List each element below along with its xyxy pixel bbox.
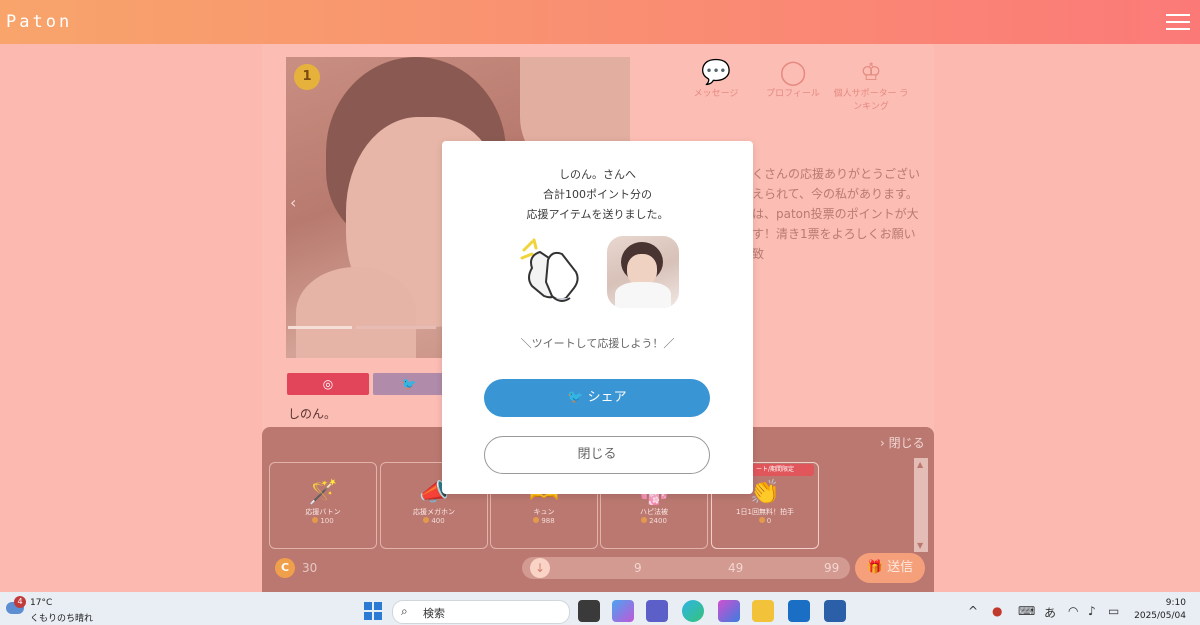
notification-badge: 4 [14, 596, 26, 608]
profile-label: プロフィール [766, 89, 820, 99]
item-name: 応援バトン [305, 508, 341, 516]
weather-widget[interactable]: 4 17°C くもりのち晴れ [4, 596, 104, 624]
instagram-icon: ◎ [322, 377, 334, 391]
message-label: メッセージ [693, 89, 739, 99]
item-points: 988 [541, 517, 555, 525]
coin-icon: C [275, 558, 295, 578]
instagram-button[interactable]: ◎ [287, 373, 369, 395]
twitter-icon: 🐦 [401, 377, 417, 391]
volume-icon[interactable]: ♪ [1088, 604, 1096, 618]
dialog-close-button[interactable]: 閉じる [484, 436, 710, 474]
dialog-message-line: しのん。さんへ [559, 168, 636, 181]
item-name: キュン [533, 508, 555, 516]
support-item[interactable]: 🪄 応援バトン 100 [269, 462, 377, 549]
dialog-message: しのん。さんへ 合計100ポイント分の 応援アイテムを送りました。 [442, 165, 753, 225]
search-label: 検索 [423, 607, 445, 620]
share-label: シェア [587, 390, 627, 405]
outlook-icon[interactable] [788, 600, 810, 622]
slider-tick: 49 [728, 561, 744, 575]
bio-line: は、paton投票のポイントが大 [752, 207, 919, 221]
supporter-ranking-button[interactable]: ♔ 個人サポーター ランキング [831, 58, 911, 112]
store-icon[interactable] [824, 600, 846, 622]
coin-count: 30 [302, 561, 318, 575]
chevron-right-icon: › [880, 436, 889, 450]
slider-tick: 9 [634, 561, 642, 575]
folder-icon[interactable] [752, 600, 774, 622]
slide-indicator[interactable] [356, 326, 436, 329]
twitter-button[interactable]: 🐦 [373, 373, 445, 395]
menu-icon[interactable] [1166, 14, 1190, 30]
battery-icon[interactable]: ▭ [1108, 604, 1119, 618]
scroll-down-icon[interactable]: ▼ [917, 541, 923, 550]
keyboard-icon[interactable]: ⌨ [1018, 604, 1035, 618]
gift-icon: 🎁 [866, 560, 888, 575]
taskbar-search[interactable]: ⌕ 検索 [392, 600, 570, 624]
tray-expand-icon[interactable]: ^ [968, 604, 978, 618]
bio-line: す！清き1票をよろしくお願い致 [752, 227, 916, 261]
item-points: 0 [766, 517, 772, 525]
item-name: 1日1回無料！拍手 [736, 508, 794, 516]
supporter-ranking-label: 個人サポーター ランキング [833, 89, 909, 112]
search-icon: ⌕ [401, 604, 408, 618]
tray-alert-icon[interactable]: ● [992, 604, 1002, 618]
share-button[interactable]: 🐦 シェア [484, 379, 710, 417]
photo-prev-arrow-icon[interactable]: ‹ [290, 193, 296, 212]
taskbar-clock[interactable]: 9:10 2025/05/04 [1134, 597, 1186, 623]
message-button[interactable]: 💬 メッセージ [676, 58, 756, 99]
clap-icon [520, 238, 579, 302]
ime-indicator[interactable]: あ [1044, 604, 1056, 621]
weather-condition: くもりのち晴れ [30, 614, 94, 624]
weather-temp: 17°C [30, 598, 53, 608]
profile-name: しのん。 [288, 407, 337, 421]
bio-line: くさんの応援ありがとうござい [752, 167, 921, 181]
task-view-icon[interactable] [578, 600, 600, 622]
start-icon[interactable] [364, 602, 382, 620]
scroll-up-icon[interactable]: ▲ [917, 460, 923, 469]
send-button[interactable]: 🎁 送信 [855, 553, 925, 583]
message-icon: 💬 [701, 58, 731, 86]
copilot-icon[interactable] [612, 600, 634, 622]
edge-icon[interactable] [682, 600, 704, 622]
item-points: 100 [320, 517, 334, 525]
panel-close-label: 閉じる [888, 436, 925, 450]
slide-indicator-active[interactable] [288, 326, 352, 329]
slider-handle[interactable]: ↓ [530, 558, 550, 578]
wifi-icon[interactable]: ◠ [1068, 604, 1078, 618]
panel-close-button[interactable]: › 閉じる [880, 434, 925, 451]
clock-date: 2025/05/04 [1134, 611, 1186, 621]
quantity-slider[interactable] [522, 557, 850, 579]
items-scrollbar[interactable]: ▲ ▼ [914, 458, 928, 552]
dialog-message-line: 応援アイテムを送りました。 [526, 208, 669, 221]
send-label: 送信 [887, 560, 914, 575]
baton-icon: 🪄 [308, 478, 338, 506]
tweet-prompt: ＼ツイートして応援しよう！／ [520, 337, 675, 350]
recipient-avatar [607, 236, 679, 308]
teams-icon[interactable] [646, 600, 668, 622]
profile-button[interactable]: ◯ プロフィール [753, 58, 833, 99]
item-points: 2400 [649, 517, 667, 525]
item-name: 応援メガホン [413, 508, 455, 516]
dialog-message-line: 合計100ポイント分の [543, 188, 652, 201]
bio-line: えられて、今の私があります。 [752, 187, 918, 201]
paton-logo[interactable]: Paton [6, 12, 72, 32]
item-name: ハピ法被 [640, 508, 668, 516]
crown-icon: ♔ [860, 58, 882, 86]
rank-badge: 1 [294, 64, 320, 90]
item-points: 400 [431, 517, 445, 525]
twitter-icon: 🐦 [567, 390, 588, 405]
clock-time: 9:10 [1165, 598, 1186, 608]
profile-bio: くさんの応援ありがとうござい えられて、今の私があります。 は、paton投票の… [752, 164, 924, 264]
profile-icon: ◯ [779, 58, 807, 86]
top-header: Paton [0, 0, 1200, 44]
m365-icon[interactable] [718, 600, 740, 622]
slider-tick: 99 [824, 561, 840, 575]
